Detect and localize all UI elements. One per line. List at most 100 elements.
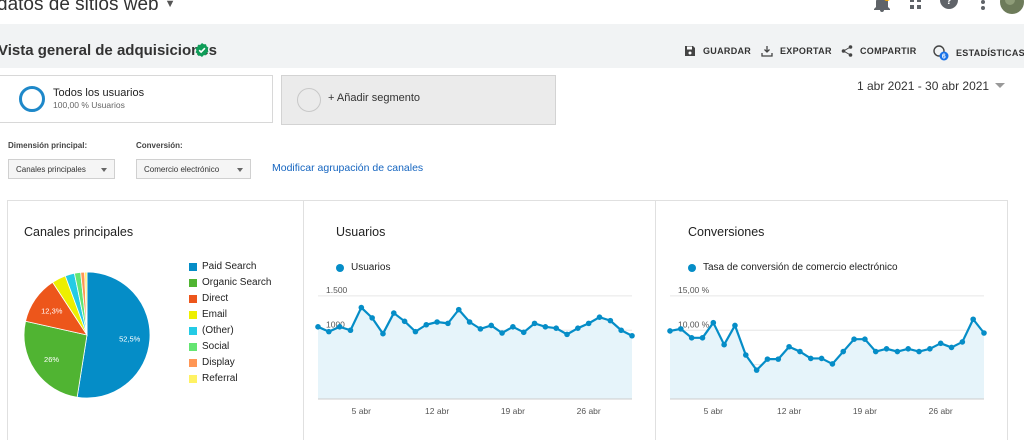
- data-point: [401, 318, 408, 325]
- data-point: [520, 329, 527, 336]
- data-point: [786, 343, 792, 350]
- legend-label: Organic Search: [202, 277, 272, 288]
- data-point: [807, 355, 814, 362]
- caret-down-icon: [995, 83, 1006, 88]
- legend-swatch: [189, 374, 197, 383]
- pie-data-label: 52,5%: [119, 334, 141, 343]
- data-point: [721, 341, 727, 348]
- data-point: [575, 325, 581, 331]
- data-point: [710, 319, 717, 326]
- apps-grid-icon[interactable]: [908, 0, 924, 15]
- top-bar: datos de sitios web ▼ ?: [0, 0, 1024, 24]
- panel-divider: [303, 200, 304, 440]
- segment-name: Todos los usuarios: [53, 87, 145, 99]
- data-point: [488, 322, 495, 329]
- data-point: [434, 319, 440, 325]
- data-point: [764, 356, 771, 362]
- property-name: datos de sitios web: [0, 0, 159, 15]
- data-point: [412, 328, 419, 335]
- data-point: [499, 330, 505, 336]
- data-point: [840, 348, 847, 355]
- data-point: [445, 320, 451, 327]
- data-point: [390, 310, 397, 316]
- insights-icon: 6: [933, 45, 949, 61]
- chevron-down-icon: [237, 168, 243, 172]
- dimension-select[interactable]: Canales principales: [8, 159, 115, 179]
- export-button[interactable]: EXPORTAR: [761, 45, 832, 57]
- save-icon: [685, 46, 695, 56]
- data-point: [369, 315, 375, 321]
- report-header: Vista general de adquisiciones GUARDAR E…: [0, 24, 1024, 69]
- add-segment-ring: [297, 88, 321, 112]
- legend-swatch: [189, 326, 197, 335]
- data-point: [883, 346, 890, 352]
- x-tick-label: 19 abr: [853, 406, 877, 416]
- data-point: [455, 306, 462, 313]
- property-selector[interactable]: datos de sitios web ▼: [0, 0, 175, 16]
- conversion-select[interactable]: Comercio electrónico: [136, 159, 251, 179]
- share-icon: [841, 45, 853, 57]
- data-point: [742, 352, 749, 358]
- save-button[interactable]: GUARDAR: [684, 45, 751, 57]
- date-range-picker[interactable]: 1 abr 2021 - 30 abr 2021: [857, 79, 1006, 93]
- dimension-label: Dimensión principal:: [8, 141, 88, 150]
- svg-text:?: ?: [946, 0, 953, 7]
- segment-color-ring: [19, 86, 45, 112]
- data-point: [607, 317, 614, 324]
- share-button[interactable]: COMPARTIR: [841, 45, 917, 57]
- data-point: [732, 322, 738, 329]
- more-vert-icon[interactable]: [980, 0, 986, 15]
- segment-all-users[interactable]: Todos los usuarios 100,00 % Usuarios: [0, 75, 273, 123]
- legend-label: Referral: [202, 373, 238, 384]
- legend-label: Social: [202, 341, 230, 352]
- report-body: Todos los usuarios 100,00 % Usuarios + A…: [0, 68, 1024, 440]
- share-label: COMPARTIR: [860, 46, 917, 56]
- page-title: Vista general de adquisiciones: [0, 42, 217, 59]
- data-point: [797, 348, 803, 355]
- legend-swatch: [189, 278, 197, 287]
- data-point: [553, 325, 560, 331]
- legend-swatch: [189, 262, 197, 271]
- conversion-value: Comercio electrónico: [144, 164, 220, 174]
- modify-grouping-link[interactable]: Modificar agrupación de canales: [272, 162, 423, 174]
- notifications-icon[interactable]: [873, 0, 891, 18]
- data-point: [948, 344, 955, 351]
- data-point: [829, 361, 836, 367]
- legend-swatch: [189, 310, 197, 319]
- data-point: [753, 367, 760, 373]
- avatar[interactable]: [1000, 0, 1024, 19]
- y-tick-label: 1.500: [326, 285, 348, 295]
- data-point: [916, 348, 922, 355]
- download-icon: [761, 46, 773, 57]
- legend-item-email: Email: [189, 309, 227, 320]
- data-point: [927, 346, 933, 352]
- data-point: [531, 320, 538, 327]
- data-point: [862, 336, 868, 342]
- x-tick-label: 26 abr: [577, 406, 601, 416]
- data-point: [872, 348, 879, 355]
- segment-subtitle: 100,00 % Usuarios: [53, 100, 125, 110]
- x-tick-label: 12 abr: [425, 406, 449, 416]
- data-point: [466, 319, 473, 325]
- channels-pie-chart: 52,5% 26% 12,3%: [23, 271, 151, 399]
- add-segment-button[interactable]: + Añadir segmento: [281, 75, 556, 125]
- pie-data-label: 26%: [44, 355, 59, 364]
- y-tick-label: 15,00 %: [678, 285, 710, 295]
- legend-label: Paid Search: [202, 261, 257, 272]
- insights-badge: 6: [942, 54, 946, 61]
- legend-item-display: Display: [189, 357, 235, 368]
- legend-label: Display: [202, 357, 235, 368]
- date-range-label: 1 abr 2021 - 30 abr 2021: [857, 79, 990, 93]
- conversions-line-chart: 5,00 %10,00 %15,00 %5 abr12 abr19 abr26 …: [667, 285, 987, 416]
- insights-button[interactable]: 6 ESTADÍSTICAS: [933, 45, 1024, 61]
- x-tick-label: 26 abr: [929, 406, 953, 416]
- conversion-label: Conversión:: [136, 141, 183, 150]
- verified-icon: [195, 43, 209, 57]
- legend-label: Email: [202, 309, 228, 320]
- legend-item-social: Social: [189, 341, 229, 352]
- help-icon[interactable]: ?: [940, 0, 958, 15]
- data-point: [678, 326, 684, 332]
- data-point: [775, 356, 782, 362]
- legend-item-paid-search: Paid Search: [189, 261, 256, 272]
- legend-item-organic-search: Organic Search: [189, 277, 271, 288]
